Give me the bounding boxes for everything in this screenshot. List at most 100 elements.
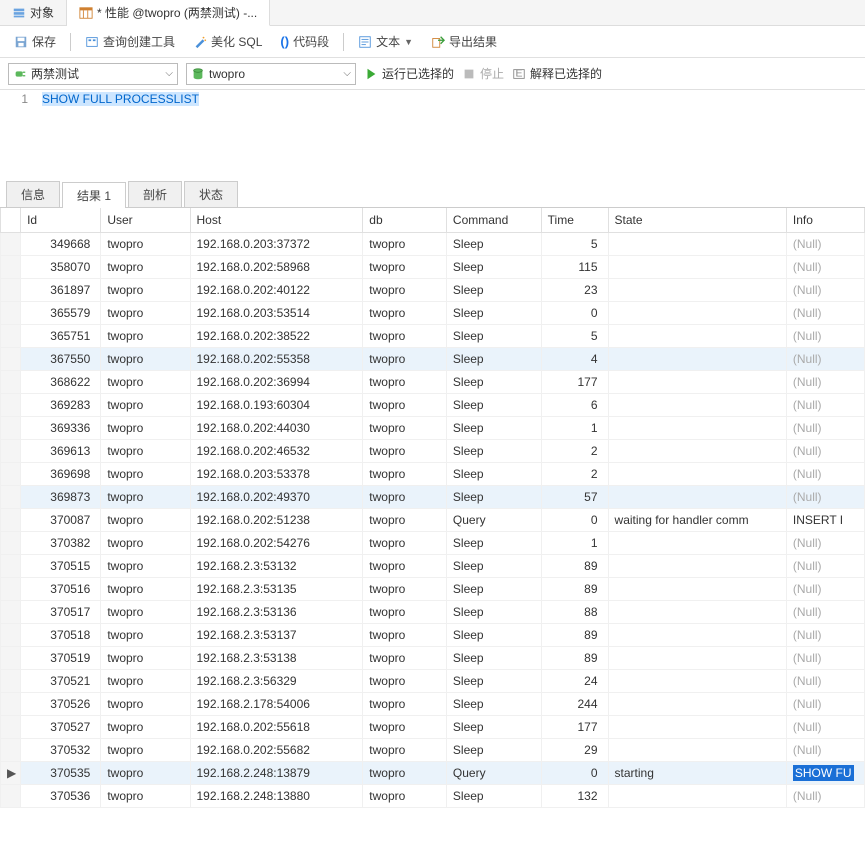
cell[interactable]: 192.168.0.193:60304 <box>190 393 363 416</box>
query-builder-button[interactable]: 查询创建工具 <box>79 31 181 52</box>
cell[interactable]: 24 <box>541 669 608 692</box>
cell[interactable] <box>608 416 786 439</box>
cell[interactable] <box>608 669 786 692</box>
cell[interactable]: twopro <box>363 393 447 416</box>
cell[interactable]: 369283 <box>21 393 101 416</box>
cell[interactable]: twopro <box>363 416 447 439</box>
cell[interactable]: twopro <box>101 554 190 577</box>
cell[interactable]: 370535 <box>21 761 101 784</box>
cell[interactable]: 349668 <box>21 232 101 255</box>
cell[interactable]: 192.168.0.202:55618 <box>190 715 363 738</box>
cell[interactable]: 192.168.0.202:55682 <box>190 738 363 761</box>
cell[interactable]: twopro <box>363 508 447 531</box>
cell[interactable]: 192.168.0.202:55358 <box>190 347 363 370</box>
cell[interactable]: 115 <box>541 255 608 278</box>
cell[interactable]: 192.168.2.248:13879 <box>190 761 363 784</box>
cell[interactable]: Sleep <box>446 669 541 692</box>
cell[interactable]: twopro <box>363 646 447 669</box>
cell[interactable]: (Null) <box>786 416 864 439</box>
cell[interactable] <box>608 347 786 370</box>
cell[interactable]: 192.168.2.3:53138 <box>190 646 363 669</box>
cell[interactable]: 370532 <box>21 738 101 761</box>
cell[interactable]: (Null) <box>786 554 864 577</box>
cell[interactable]: 132 <box>541 784 608 807</box>
cell[interactable]: 2 <box>541 462 608 485</box>
tab-profile[interactable]: 剖析 <box>128 181 182 207</box>
cell[interactable]: 370527 <box>21 715 101 738</box>
cell[interactable]: 0 <box>541 508 608 531</box>
stop-button[interactable]: 停止 <box>462 65 504 82</box>
table-row[interactable]: ▶370535twopro192.168.2.248:13879twoproQu… <box>1 761 865 784</box>
cell[interactable]: 5 <box>541 324 608 347</box>
col-info[interactable]: Info <box>786 208 864 232</box>
cell[interactable]: (Null) <box>786 439 864 462</box>
cell[interactable]: (Null) <box>786 232 864 255</box>
cell[interactable]: twopro <box>363 255 447 278</box>
cell[interactable]: (Null) <box>786 646 864 669</box>
table-row[interactable]: 369336twopro192.168.0.202:44030twoproSle… <box>1 416 865 439</box>
cell[interactable]: 192.168.2.178:54006 <box>190 692 363 715</box>
cell[interactable]: twopro <box>101 646 190 669</box>
cell[interactable]: 370382 <box>21 531 101 554</box>
cell[interactable]: 369613 <box>21 439 101 462</box>
cell[interactable]: 192.168.0.202:54276 <box>190 531 363 554</box>
text-button[interactable]: 文本 ▼ <box>352 31 419 52</box>
table-row[interactable]: 370521twopro192.168.2.3:56329twoproSleep… <box>1 669 865 692</box>
cell[interactable]: 244 <box>541 692 608 715</box>
cell[interactable]: 368622 <box>21 370 101 393</box>
cell[interactable]: 192.168.0.202:40122 <box>190 278 363 301</box>
cell[interactable]: twopro <box>363 301 447 324</box>
cell[interactable]: (Null) <box>786 738 864 761</box>
cell[interactable]: twopro <box>363 485 447 508</box>
cell[interactable]: twopro <box>363 347 447 370</box>
cell[interactable] <box>608 531 786 554</box>
tab-info[interactable]: 信息 <box>6 181 60 207</box>
cell[interactable]: 192.168.0.202:46532 <box>190 439 363 462</box>
tab-query[interactable]: * 性能 @twopro (两禁测试) -... <box>67 0 270 26</box>
cell[interactable]: Query <box>446 761 541 784</box>
cell[interactable]: Sleep <box>446 715 541 738</box>
cell[interactable]: twopro <box>101 623 190 646</box>
cell[interactable]: twopro <box>363 278 447 301</box>
cell[interactable]: 369336 <box>21 416 101 439</box>
cell[interactable]: twopro <box>101 485 190 508</box>
cell[interactable]: 370519 <box>21 646 101 669</box>
col-command[interactable]: Command <box>446 208 541 232</box>
cell[interactable]: (Null) <box>786 301 864 324</box>
cell[interactable]: 5 <box>541 232 608 255</box>
cell[interactable]: (Null) <box>786 577 864 600</box>
table-row[interactable]: 349668twopro192.168.0.203:37372twoproSle… <box>1 232 865 255</box>
cell[interactable]: Sleep <box>446 692 541 715</box>
cell[interactable] <box>608 485 786 508</box>
table-row[interactable]: 365579twopro192.168.0.203:53514twoproSle… <box>1 301 865 324</box>
cell[interactable]: 192.168.2.3:53132 <box>190 554 363 577</box>
cell[interactable]: Sleep <box>446 255 541 278</box>
cell[interactable]: Sleep <box>446 600 541 623</box>
cell[interactable]: 365751 <box>21 324 101 347</box>
cell[interactable] <box>608 600 786 623</box>
cell[interactable]: (Null) <box>786 531 864 554</box>
cell[interactable]: 89 <box>541 646 608 669</box>
cell[interactable]: 192.168.0.202:58968 <box>190 255 363 278</box>
cell[interactable] <box>608 393 786 416</box>
table-row[interactable]: 368622twopro192.168.0.202:36994twoproSle… <box>1 370 865 393</box>
cell[interactable]: 23 <box>541 278 608 301</box>
cell[interactable]: twopro <box>363 324 447 347</box>
cell[interactable]: twopro <box>363 531 447 554</box>
cell[interactable]: 192.168.0.202:51238 <box>190 508 363 531</box>
table-row[interactable]: 370516twopro192.168.2.3:53135twoproSleep… <box>1 577 865 600</box>
cell[interactable]: twopro <box>101 393 190 416</box>
cell[interactable] <box>608 255 786 278</box>
cell[interactable]: (Null) <box>786 255 864 278</box>
col-state[interactable]: State <box>608 208 786 232</box>
sql-code[interactable]: SHOW FULL PROCESSLIST <box>36 90 865 182</box>
cell[interactable]: Sleep <box>446 301 541 324</box>
cell[interactable]: 192.168.2.3:53135 <box>190 577 363 600</box>
cell[interactable]: (Null) <box>786 370 864 393</box>
cell[interactable]: 369698 <box>21 462 101 485</box>
cell[interactable] <box>608 715 786 738</box>
cell[interactable]: 29 <box>541 738 608 761</box>
cell[interactable] <box>608 439 786 462</box>
cell[interactable]: Sleep <box>446 278 541 301</box>
cell[interactable]: twopro <box>101 278 190 301</box>
